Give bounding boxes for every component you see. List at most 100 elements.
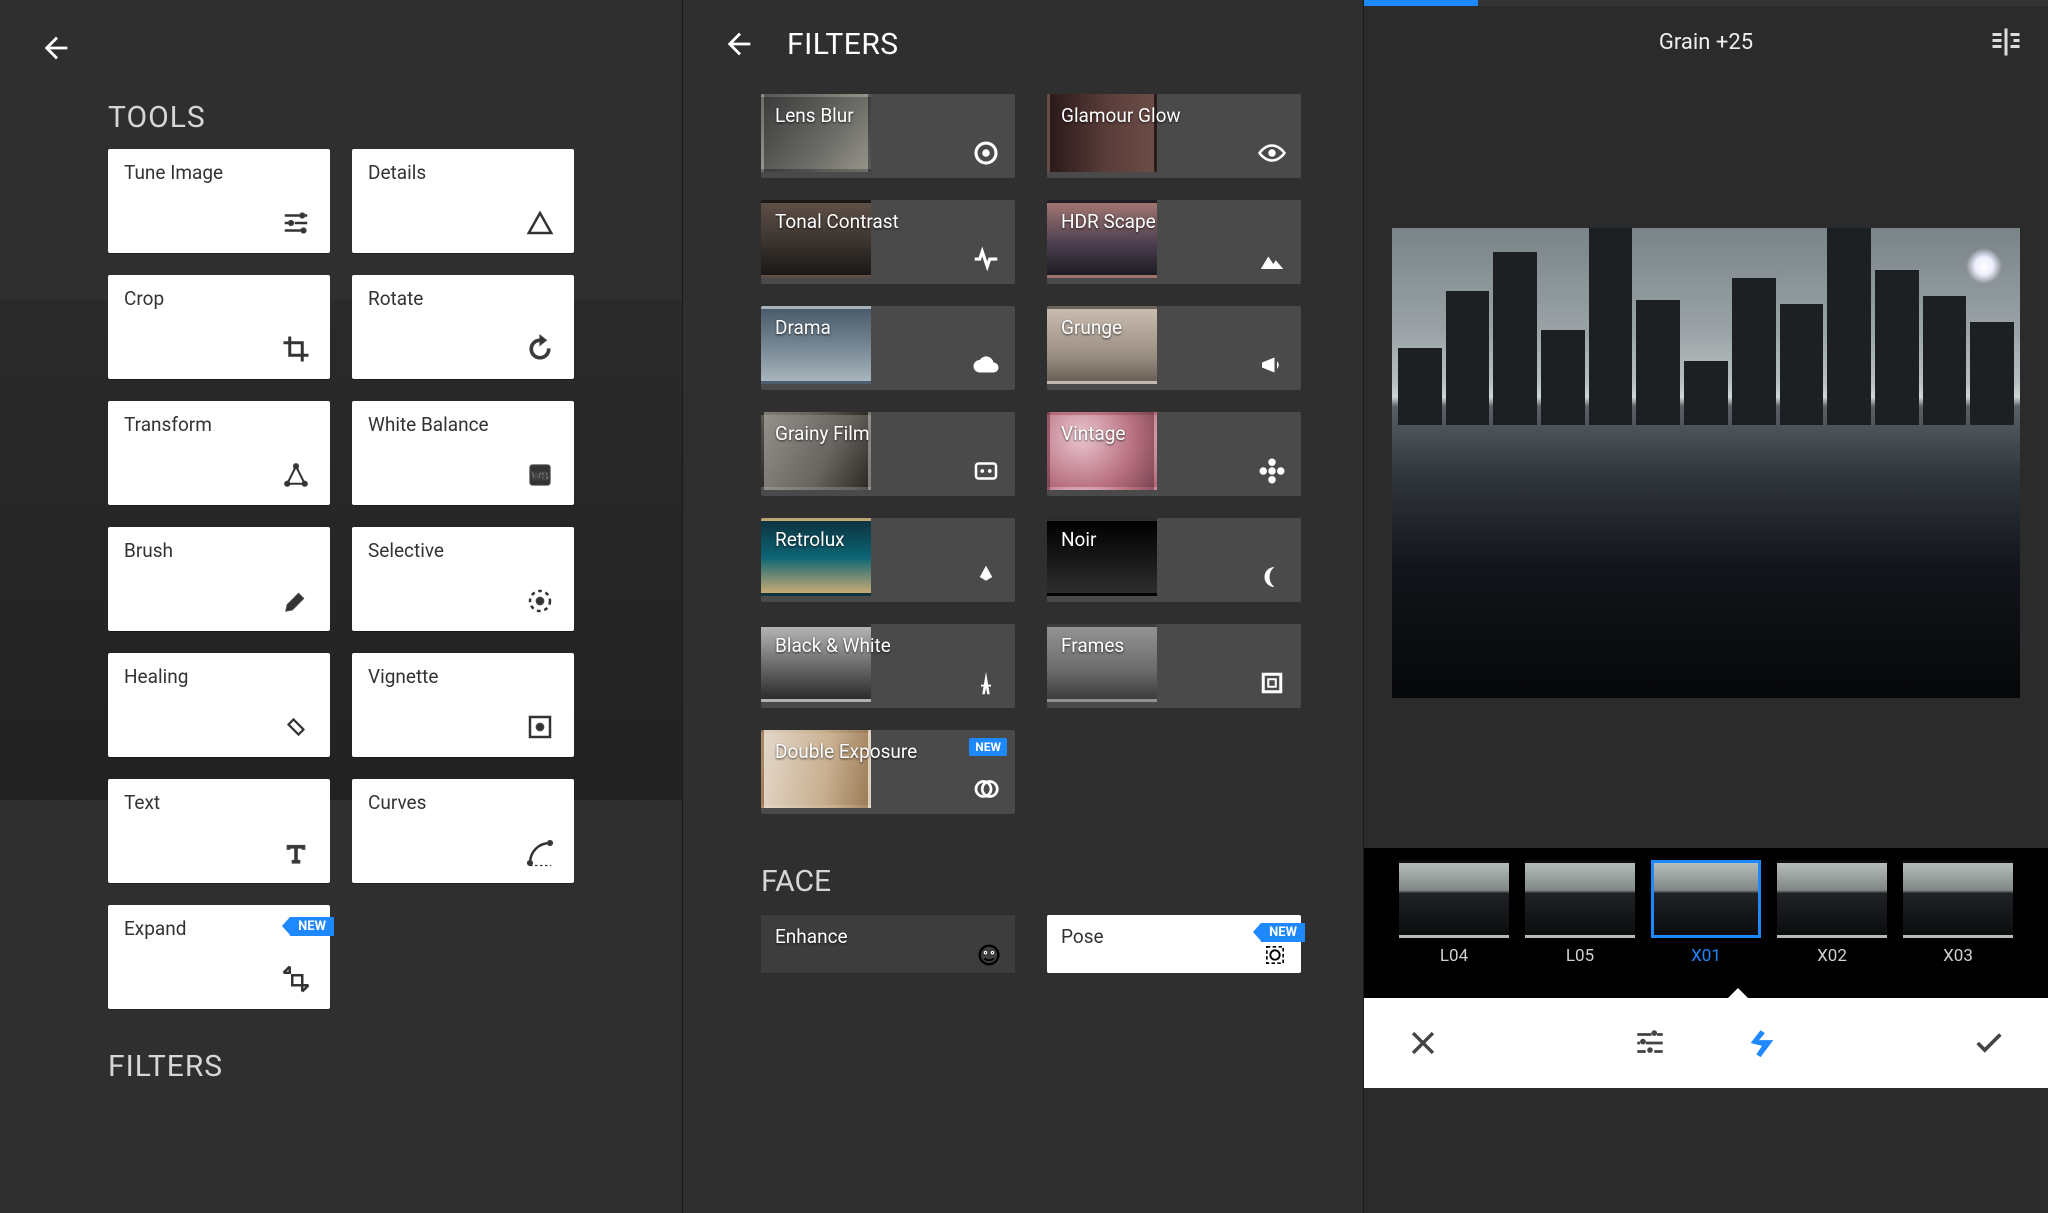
sliders-icon — [278, 205, 314, 241]
cancel-button[interactable] — [1404, 1024, 1442, 1062]
face-enhance-icon — [975, 941, 1003, 969]
tool-vignette[interactable]: Vignette — [352, 653, 574, 757]
tool-label: White Balance — [368, 413, 558, 436]
filter-vintage[interactable]: Vintage — [1047, 412, 1301, 496]
preset-label: X02 — [1817, 946, 1847, 966]
pulse-icon — [971, 244, 1001, 274]
tool-label: Vignette — [368, 665, 558, 688]
adjustment-readout: Grain +25 — [1659, 30, 1753, 55]
filter-lens-blur[interactable]: Lens Blur — [761, 94, 1015, 178]
filter-label: Glamour Glow — [1061, 104, 1287, 127]
filter-glamour-glow[interactable]: Glamour Glow — [1047, 94, 1301, 178]
tool-label: Brush — [124, 539, 314, 562]
filter-label: Retrolux — [775, 528, 1001, 551]
new-badge: NEW — [969, 738, 1007, 756]
tool-label: Details — [368, 161, 558, 184]
filter-label: HDR Scape — [1061, 210, 1287, 233]
brush-icon — [278, 583, 314, 619]
filter-grunge[interactable]: Grunge — [1047, 306, 1301, 390]
preview-image[interactable] — [1392, 228, 2020, 698]
filter-label: Grainy Film — [775, 422, 1001, 445]
frame-icon — [1257, 668, 1287, 698]
text-icon — [278, 835, 314, 871]
adjust-icon[interactable] — [1631, 1024, 1669, 1062]
preset-thumb — [1525, 860, 1635, 938]
tool-healing[interactable]: Healing — [108, 653, 330, 757]
tool-tune-image[interactable]: Tune Image — [108, 149, 330, 253]
tool-transform[interactable]: Transform — [108, 401, 330, 505]
tool-label: Crop — [124, 287, 314, 310]
section-filters-title: FILTERS — [108, 1049, 682, 1084]
tool-selective[interactable]: Selective — [352, 527, 574, 631]
tool-label: Curves — [368, 791, 558, 814]
mountains-icon — [1257, 244, 1287, 274]
compare-icon[interactable] — [1988, 24, 2028, 64]
double-icon — [971, 774, 1001, 804]
kite-icon — [971, 562, 1001, 592]
healing-icon — [278, 709, 314, 745]
tool-white-balance[interactable]: White Balance — [352, 401, 574, 505]
preset-label: X01 — [1691, 946, 1721, 966]
preset-x02[interactable]: X02 — [1777, 860, 1887, 966]
filter-drama[interactable]: Drama — [761, 306, 1015, 390]
tool-expand[interactable]: Expand NEW — [108, 905, 330, 1009]
tool-label: Tune Image — [124, 161, 314, 184]
filter-frames[interactable]: Frames — [1047, 624, 1301, 708]
preset-label: L05 — [1566, 946, 1594, 966]
filter-label: Lens Blur — [775, 104, 1001, 127]
tool-text[interactable]: Text — [108, 779, 330, 883]
flower-icon — [1257, 456, 1287, 486]
preset-l05[interactable]: L05 — [1525, 860, 1635, 966]
face-label: Enhance — [775, 925, 1001, 948]
preset-l04[interactable]: L04 — [1399, 860, 1509, 966]
tool-brush[interactable]: Brush — [108, 527, 330, 631]
filters-header: FILTERS — [787, 27, 899, 62]
new-badge: NEW — [1261, 923, 1305, 942]
tool-details[interactable]: Details — [352, 149, 574, 253]
section-tools-title: TOOLS — [108, 100, 682, 135]
megaphone-icon — [1257, 350, 1287, 380]
tool-curves[interactable]: Curves — [352, 779, 574, 883]
film-icon — [971, 456, 1001, 486]
moon-icon — [1257, 562, 1287, 592]
filter-noir[interactable]: Noir — [1047, 518, 1301, 602]
filter-hdr-scape[interactable]: HDR Scape — [1047, 200, 1301, 284]
filter-double-exposure[interactable]: Double Exposure NEW — [761, 730, 1015, 814]
face-pose-icon — [1261, 941, 1289, 969]
filter-label: Grunge — [1061, 316, 1287, 339]
transform-icon — [278, 457, 314, 493]
target-icon — [971, 138, 1001, 168]
filter-label: Tonal Contrast — [775, 210, 1001, 233]
back-button[interactable] — [719, 24, 759, 64]
vignette-icon — [522, 709, 558, 745]
expand-icon — [278, 961, 314, 997]
selective-icon — [522, 583, 558, 619]
tool-rotate[interactable]: Rotate — [352, 275, 574, 379]
rotate-icon — [522, 331, 558, 367]
face-enhance[interactable]: Enhance — [761, 915, 1015, 973]
new-badge: NEW — [290, 917, 334, 936]
section-face-title: FACE — [761, 864, 1363, 899]
tool-label: Rotate — [368, 287, 558, 310]
preset-x01[interactable]: X01 — [1651, 860, 1761, 966]
tool-label: Transform — [124, 413, 314, 436]
filter-retrolux[interactable]: Retrolux — [761, 518, 1015, 602]
filter-label: Noir — [1061, 528, 1287, 551]
preset-label: L04 — [1440, 946, 1468, 966]
curves-icon — [522, 835, 558, 871]
tool-crop[interactable]: Crop — [108, 275, 330, 379]
styles-icon[interactable] — [1743, 1024, 1781, 1062]
filter-black-white[interactable]: Black & White — [761, 624, 1015, 708]
triangle-icon — [522, 205, 558, 241]
filter-grainy-film[interactable]: Grainy Film — [761, 412, 1015, 496]
preset-thumb — [1651, 860, 1761, 938]
eye-icon — [1257, 138, 1287, 168]
filter-label: Double Exposure — [775, 740, 1001, 763]
face-pose[interactable]: Pose NEW — [1047, 915, 1301, 973]
filter-tonal-contrast[interactable]: Tonal Contrast — [761, 200, 1015, 284]
tool-label: Selective — [368, 539, 558, 562]
preset-x03[interactable]: X03 — [1903, 860, 2013, 966]
back-button[interactable] — [36, 28, 76, 68]
eiffel-icon — [971, 668, 1001, 698]
apply-button[interactable] — [1970, 1024, 2008, 1062]
